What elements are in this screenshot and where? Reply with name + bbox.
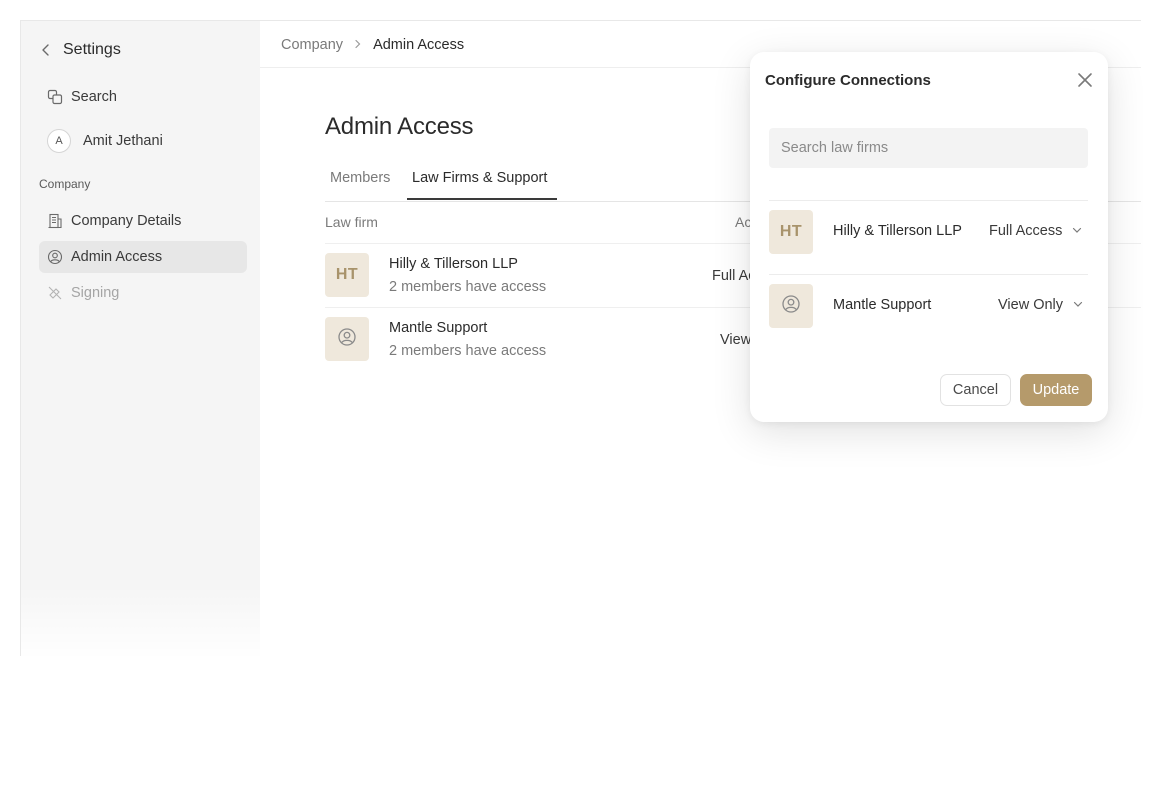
user-circle-icon	[337, 327, 357, 352]
access-select-value: View Only	[998, 297, 1064, 313]
firm-logo: HT	[325, 253, 369, 297]
chevron-left-icon	[39, 43, 53, 57]
breadcrumb-current: Admin Access	[373, 37, 465, 53]
access-select[interactable]: Full Access	[989, 223, 1082, 239]
user-circle-icon	[781, 294, 801, 319]
firm-logo	[769, 284, 813, 328]
sidebar-item-label: Company Details	[71, 213, 182, 229]
sidebar-item-signing[interactable]: Signing	[39, 277, 247, 309]
firm-logo: HT	[769, 210, 813, 254]
breadcrumb: Company Admin Access	[281, 37, 464, 53]
user-circle-icon	[47, 249, 63, 265]
active-tab-indicator	[407, 198, 557, 200]
breadcrumb-parent[interactable]: Company	[281, 37, 343, 53]
sidebar-user[interactable]: A Amit Jethani	[39, 125, 247, 157]
column-header-access: Ac	[735, 214, 752, 230]
sidebar-title: Settings	[63, 41, 121, 58]
configure-connections-modal: Configure Connections HT Hilly & Tillers…	[750, 52, 1108, 422]
access-select-value: Full Access	[989, 223, 1063, 239]
firm-name: Hilly & Tillerson LLP	[389, 256, 518, 272]
sidebar-section-label: Company	[39, 177, 91, 191]
cancel-button[interactable]: Cancel	[940, 374, 1011, 406]
connection-row: HT Hilly & Tillerson LLP Full Access	[769, 210, 1088, 254]
firm-access-level: Full Ac	[712, 268, 756, 284]
page-title: Admin Access	[325, 113, 474, 140]
connection-name: Mantle Support	[833, 297, 932, 313]
sidebar: Settings Search A Amit Jethani Company C…	[21, 21, 260, 656]
chevron-right-icon	[353, 37, 363, 53]
firm-name: Mantle Support	[389, 320, 488, 336]
search-input[interactable]	[769, 128, 1088, 168]
sidebar-item-label: Admin Access	[71, 249, 163, 265]
signature-icon	[47, 285, 63, 301]
firm-members-count: 2 members have access	[389, 343, 547, 359]
chevron-down-icon	[1072, 223, 1082, 239]
column-header-law-firm: Law firm	[325, 214, 378, 230]
modal-title: Configure Connections	[765, 72, 931, 89]
divider	[769, 274, 1088, 275]
firm-access-level: View	[720, 332, 752, 348]
back-to-settings[interactable]: Settings	[39, 41, 121, 59]
firm-members-count: 2 members have access	[389, 279, 547, 295]
building-icon	[47, 213, 63, 229]
sidebar-user-name: Amit Jethani	[83, 133, 163, 149]
sidebar-item-label: Signing	[71, 285, 120, 301]
tab-law-firms-support[interactable]: Law Firms & Support	[412, 170, 547, 186]
search-icon	[47, 89, 63, 105]
tab-members[interactable]: Members	[330, 170, 390, 186]
connection-name: Hilly & Tillerson LLP	[833, 223, 962, 239]
close-icon[interactable]	[1076, 71, 1094, 89]
connection-row: Mantle Support View Only	[769, 284, 1088, 328]
firm-logo	[325, 317, 369, 361]
access-select[interactable]: View Only	[998, 297, 1083, 313]
avatar: A	[47, 129, 71, 153]
chevron-down-icon	[1073, 297, 1083, 313]
sidebar-search-label: Search	[71, 89, 117, 105]
update-button[interactable]: Update	[1020, 374, 1092, 406]
sidebar-item-admin-access[interactable]: Admin Access	[39, 241, 247, 273]
sidebar-item-company-details[interactable]: Company Details	[39, 205, 247, 237]
sidebar-search[interactable]: Search	[39, 81, 247, 113]
divider	[769, 200, 1088, 201]
